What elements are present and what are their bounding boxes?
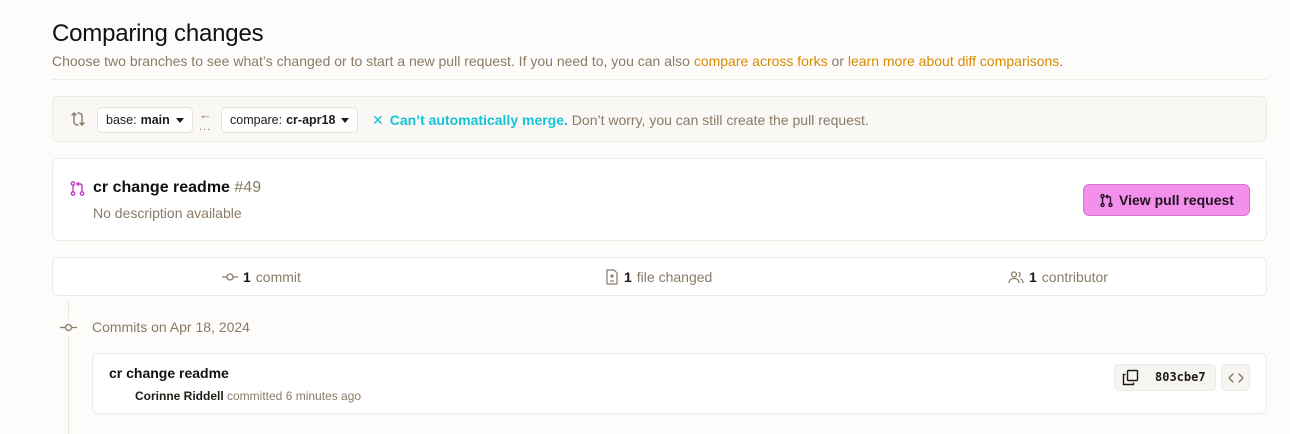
compare-arrows-icon[interactable]: [69, 110, 87, 128]
commit-icon: [60, 319, 77, 336]
commit-sha[interactable]: 803cbe7: [1155, 370, 1206, 384]
commit-icon: [222, 273, 238, 281]
copy-icon[interactable]: [1122, 369, 1139, 386]
page-subtitle: Choose two branches to see what’s change…: [52, 53, 1063, 69]
files-count: 1: [624, 269, 632, 285]
base-branch-name: main: [140, 113, 170, 127]
caret-down-icon: [175, 117, 184, 123]
commit-message[interactable]: cr change readme: [109, 365, 229, 381]
contributors-stat[interactable]: 1 contributor: [1008, 269, 1108, 285]
commits-count: 1: [243, 269, 251, 285]
pr-title-text[interactable]: cr change readme: [93, 179, 230, 196]
pr-number: #49: [234, 179, 262, 196]
pull-request-icon: [1100, 193, 1113, 207]
commits-label: commit: [255, 269, 301, 285]
files-label: file changed: [636, 269, 713, 285]
subtitle-or: or: [827, 53, 848, 69]
contributors-count: 1: [1029, 269, 1037, 285]
compare-prefix: compare:: [230, 113, 283, 127]
commits-date-heading: Commits on Apr 18, 2024: [92, 319, 250, 335]
pull-request-description: No description available: [93, 205, 242, 221]
commit-time: committed 6 minutes ago: [223, 389, 362, 403]
code-icon: [1227, 372, 1244, 383]
compare-branch-name: cr-apr18: [286, 113, 336, 127]
commit-author[interactable]: Corinne Riddell: [135, 389, 224, 403]
commit-item: cr change readme Corinne Riddell committ…: [92, 353, 1267, 414]
comparison-stats: 1 commit 1 file changed 1 contributor: [52, 257, 1267, 296]
page-title: Comparing changes: [52, 20, 264, 47]
merge-status-message: ✕ Can’t automatically merge. Don’t worry,…: [372, 112, 869, 129]
compare-bar: base: main ← ... compare: cr-apr18 ✕ Can’t …: [52, 96, 1267, 142]
commit-meta: Corinne Riddell committed 6 minutes ago: [135, 389, 361, 403]
pull-request-title[interactable]: cr change readme #49: [93, 179, 261, 197]
compare-across-forks-link[interactable]: compare across forks: [694, 53, 828, 69]
merge-status: Can’t automatically merge.: [389, 112, 568, 128]
arrow-left-icon: ←: [199, 107, 212, 122]
commit-sha-group: 803cbe7: [1114, 364, 1216, 391]
people-icon: [1008, 271, 1024, 284]
header-divider: [52, 79, 1267, 80]
base-branch-dropdown[interactable]: base: main: [97, 107, 193, 133]
subtitle-end: .: [1059, 53, 1064, 69]
contributors-label: contributor: [1041, 269, 1108, 285]
close-icon: ✕: [372, 112, 384, 128]
base-prefix: base:: [106, 113, 137, 127]
commits-stat[interactable]: 1 commit: [222, 269, 301, 285]
view-pull-request-button[interactable]: View pull request: [1083, 184, 1250, 216]
view-pr-label: View pull request: [1119, 192, 1234, 208]
compare-branch-dropdown[interactable]: compare: cr-apr18: [221, 107, 359, 133]
merge-note: Don’t worry, you can still create the pu…: [567, 112, 869, 128]
pull-request-icon: [70, 181, 85, 196]
caret-down-icon: [341, 117, 350, 123]
subtitle-text: Choose two branches to see what’s change…: [52, 53, 694, 69]
file-diff-icon: [606, 269, 618, 285]
learn-more-diff-link[interactable]: learn more about diff comparisons: [848, 53, 1059, 69]
browse-code-button[interactable]: [1221, 364, 1250, 391]
files-stat[interactable]: 1 file changed: [605, 269, 712, 285]
dots-separator: ...: [199, 121, 212, 133]
pull-request-card: cr change readme #49 No description avai…: [52, 158, 1267, 241]
